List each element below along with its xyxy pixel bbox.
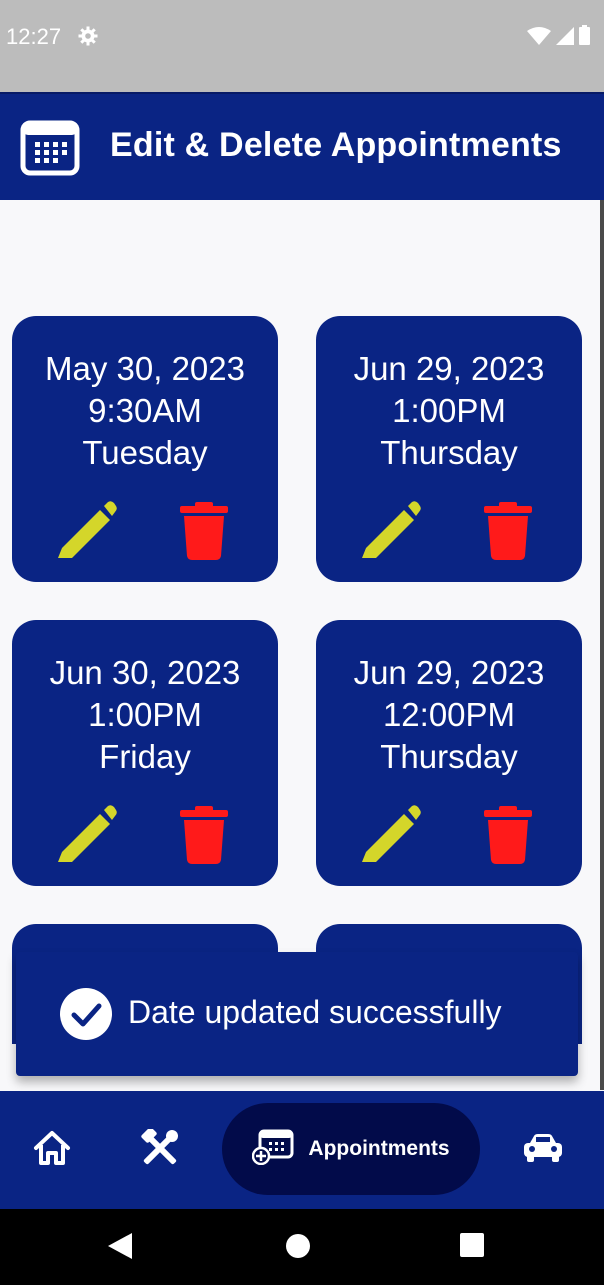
appointment-date: Jun 29, 2023 <box>353 654 545 691</box>
appointment-card[interactable]: Jun 29, 2023 12:00PM Thursday <box>316 620 582 886</box>
appointment-date: May 30, 2023 <box>45 350 245 387</box>
appointment-date: Jun 30, 2023 <box>49 654 241 691</box>
nav-home[interactable] <box>28 1091 76 1209</box>
nav-services[interactable] <box>136 1091 184 1209</box>
appointment-card[interactable]: Jun 29, 2023 1:00PM Thursday <box>316 316 582 582</box>
delete-trash-icon[interactable] <box>180 806 228 864</box>
snackbar-message: Date updated successfully <box>128 994 502 1030</box>
calendar-icon <box>20 120 80 181</box>
back-icon[interactable] <box>108 1233 132 1264</box>
appointment-day: Friday <box>99 738 191 775</box>
appointment-time: 1:00PM <box>88 696 202 733</box>
status-bar: 12:27 <box>0 0 604 92</box>
appointment-card[interactable]: May 30, 2023 9:30AM Tuesday <box>12 316 278 582</box>
settings-gear-icon <box>78 26 98 51</box>
nav-vehicles[interactable] <box>518 1091 568 1209</box>
nav-appointments-label: Appointments <box>308 1137 450 1160</box>
delete-trash-icon[interactable] <box>484 806 532 864</box>
edit-pencil-icon[interactable] <box>362 804 422 864</box>
wifi-icon <box>527 27 551 50</box>
appointment-date: Jun 29, 2023 <box>353 350 545 387</box>
page-title: Edit & Delete Appointments <box>110 126 562 164</box>
app-bar: Edit & Delete Appointments <box>0 92 604 200</box>
nav-appointments[interactable]: Appointments <box>222 1103 480 1195</box>
recents-square-icon[interactable] <box>460 1233 484 1262</box>
tools-icon <box>141 1126 179 1172</box>
check-circle-icon <box>60 988 112 1045</box>
appointment-day: Tuesday <box>82 434 208 471</box>
bottom-navigation: Appointments <box>0 1091 604 1209</box>
car-icon <box>522 1133 564 1168</box>
home-circle-icon[interactable] <box>285 1233 311 1264</box>
appointment-time: 9:30AM <box>88 392 202 429</box>
appointment-time: 1:00PM <box>392 392 506 429</box>
appointments-icon <box>252 1129 294 1170</box>
scroll-edge <box>600 200 604 1090</box>
edit-pencil-icon[interactable] <box>58 500 118 560</box>
delete-trash-icon[interactable] <box>180 502 228 560</box>
status-time: 12:27 <box>6 24 62 49</box>
system-navigation-bar <box>0 1209 604 1285</box>
appointment-day: Thursday <box>380 434 518 471</box>
delete-trash-icon[interactable] <box>484 502 532 560</box>
appointment-card[interactable]: Jun 30, 2023 1:00PM Friday <box>12 620 278 886</box>
appointment-day: Thursday <box>380 738 518 775</box>
appointment-time: 12:00PM <box>382 696 516 733</box>
edit-pencil-icon[interactable] <box>362 500 422 560</box>
edit-pencil-icon[interactable] <box>58 804 118 864</box>
signal-icon <box>556 27 574 50</box>
success-snackbar: Date updated successfully <box>16 952 578 1076</box>
home-icon <box>32 1129 72 1172</box>
battery-icon <box>579 25 590 50</box>
